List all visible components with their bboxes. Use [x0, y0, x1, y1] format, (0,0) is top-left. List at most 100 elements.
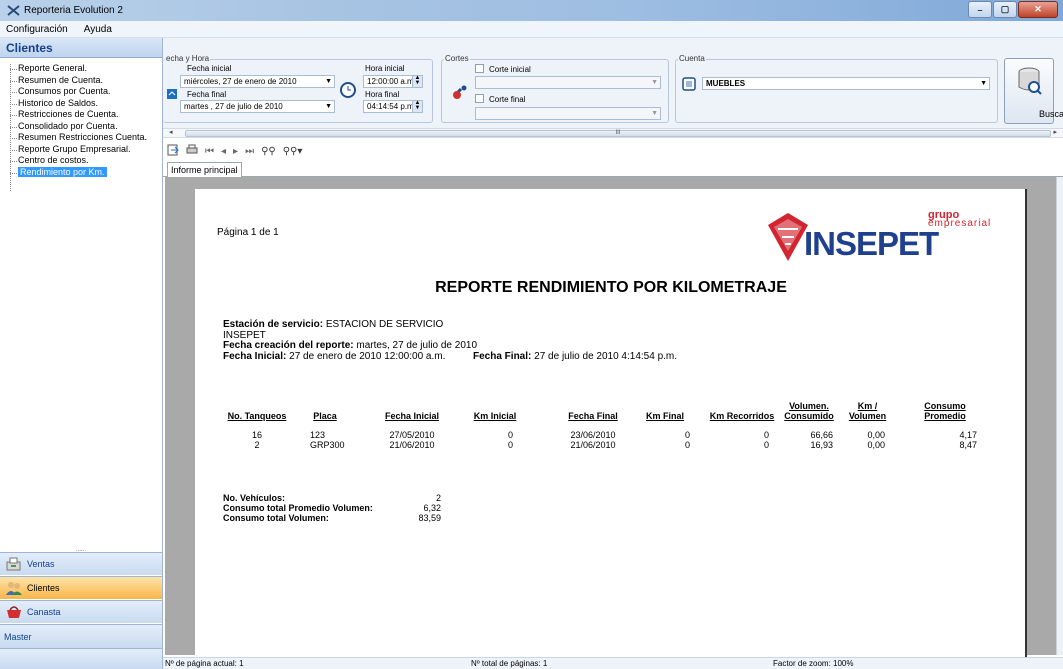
chevron-down-icon: ▼ — [651, 79, 658, 86]
tree-item-label: Reporte General. — [18, 63, 88, 73]
export-icon[interactable] — [167, 144, 179, 159]
find-next-icon[interactable]: ⚲⚲▾ — [283, 146, 303, 157]
menu-bar: Configuración Ayuda — [0, 21, 1063, 38]
status-page-current: Nº de página actual: 1 — [165, 659, 244, 668]
table-cell: 23/06/2010 — [570, 430, 616, 440]
cortes-icon — [451, 84, 469, 102]
first-page-icon[interactable]: ⏮ — [205, 146, 214, 157]
corte-final-select[interactable]: ▼ — [475, 107, 661, 120]
fecha-inicial-picker[interactable]: miércoles, 27 de enero de 2010 ▼ — [180, 75, 335, 88]
table-cell: 4,17 — [959, 430, 977, 440]
corte-inicial-select[interactable]: ▼ — [475, 76, 661, 89]
fecha-inicial-value: miércoles, 27 de enero de 2010 — [184, 77, 297, 86]
spin-icon[interactable]: ▲ ▼ — [412, 100, 422, 112]
prev-page-icon[interactable]: ◂ — [221, 146, 226, 157]
table-cell: 2 — [254, 440, 260, 450]
column-header-line: Promedio — [924, 411, 966, 421]
nav-clientes-button[interactable]: Clientes — [0, 576, 162, 599]
summary-label: Consumo total Volumen: — [223, 513, 329, 523]
table-cell: 0 — [507, 430, 513, 440]
table-cell: 0,00 — [867, 440, 885, 450]
table-cell: 21/06/2010 — [570, 440, 616, 450]
column-header-line: Km Final — [645, 411, 684, 421]
tab-informe-principal[interactable]: Informe principal — [167, 162, 242, 177]
tree-item[interactable]: Rendimiento por Km. — [8, 166, 160, 179]
tree-item-label: Resumen de Cuenta. — [18, 74, 104, 85]
scroll-right-icon[interactable]: ▸ — [1053, 128, 1057, 136]
corte-inicial-checkbox[interactable] — [475, 64, 484, 73]
table-cell: 16,93 — [810, 440, 833, 450]
column-header: No. Tanqueos — [213, 411, 301, 421]
column-header: Consumo Promedio — [915, 401, 975, 421]
tree-item[interactable]: Reporte General. — [8, 63, 160, 75]
clientes-icon — [4, 579, 24, 597]
print-icon[interactable] — [186, 144, 198, 159]
last-page-icon[interactable]: ⏭ — [245, 146, 254, 157]
minimize-button[interactable]: – — [968, 1, 992, 18]
report-viewer: Página 1 de 1 grupo empresarial INSEPET … — [165, 177, 1056, 659]
vertical-scrollbar[interactable] — [1056, 177, 1063, 655]
fecha-creacion-value: martes, 27 de julio de 2010 — [353, 340, 478, 351]
table-cell: 27/05/2010 — [389, 430, 435, 440]
corte-final-label: Corte final — [489, 95, 526, 104]
buscar-button[interactable]: Buscar — [1004, 58, 1063, 124]
corte-final-checkbox[interactable] — [475, 94, 484, 103]
column-header-line: Consumo — [924, 401, 966, 411]
hora-final-spinner[interactable]: 04:14:54 p.m. ▲ ▼ — [363, 100, 423, 113]
tree-item[interactable]: Resumen de Cuenta. — [8, 75, 160, 87]
nav-master-button[interactable]: Master — [0, 624, 162, 648]
scroll-thumb[interactable]: III — [185, 130, 1051, 137]
table-cell: 0 — [684, 440, 690, 450]
fecha-creacion-label: Fecha creación del reporte: — [223, 340, 354, 351]
find-icon[interactable]: ⚲⚲ — [261, 146, 276, 157]
cortes-title: Cortes — [444, 54, 470, 63]
table-cell: 0 — [507, 440, 513, 450]
tree-item[interactable]: Consumos por Cuenta. — [8, 86, 160, 98]
tree-item[interactable]: Centro de costos. — [8, 155, 160, 167]
cuenta-select[interactable]: MUEBLES ▼ — [702, 77, 990, 90]
fecha-inicial-label: Fecha inicial — [187, 64, 232, 73]
horizontal-scrollbar[interactable]: ◂ III ▸ — [163, 128, 1063, 138]
tree-item-label: Reporte Grupo Empresarial. — [18, 143, 131, 154]
menu-ayuda[interactable]: Ayuda — [82, 24, 114, 35]
tree-item[interactable]: Consolidado por Cuenta. — [8, 121, 160, 133]
cuenta-value: MUEBLES — [706, 79, 746, 88]
database-search-icon — [1017, 67, 1043, 99]
tree-item[interactable]: Restricciones de Cuenta. — [8, 109, 160, 121]
summary-value: 83,59 — [418, 513, 441, 523]
table-cell: 8,47 — [959, 440, 977, 450]
window-title: Reporteria Evolution 2 — [24, 5, 123, 16]
fecha-inicial-report-value: 27 de enero de 2010 12:00:00 a.m. — [286, 350, 446, 362]
column-header: Volumen. Consumido — [779, 401, 839, 421]
hora-inicial-spinner[interactable]: 12:00:00 a.m. ▲ ▼ — [363, 75, 423, 88]
estacion-value: ESTACION DE SERVICIO — [323, 319, 444, 330]
tree-item[interactable]: Resumen Restricciones Cuenta. — [8, 132, 160, 144]
fecha-final-label: Fecha final — [187, 90, 227, 99]
close-button[interactable]: ✕ — [1018, 1, 1058, 18]
column-header-line: Placa — [313, 411, 337, 421]
column-header-line: Consumido — [784, 411, 834, 421]
tree-item-label: Resumen Restricciones Cuenta. — [18, 132, 148, 142]
nav-canasta-button[interactable]: Canasta — [0, 600, 162, 623]
maximize-button[interactable]: ▢ — [993, 1, 1017, 18]
tree-item[interactable]: Historico de Saldos. — [8, 98, 160, 110]
estacion-label: Estación de servicio: — [223, 319, 324, 330]
spin-icon[interactable]: ▲ ▼ — [412, 75, 422, 87]
scroll-left-icon[interactable]: ◂ — [169, 128, 173, 136]
fecha-final-picker[interactable]: martes , 27 de julio de 2010 ▼ — [180, 100, 335, 113]
report-info: Estación de servicio: ESTACION DE SERVIC… — [223, 319, 677, 362]
nav-ventas-button[interactable]: Ventas — [0, 552, 162, 575]
hora-inicial-value: 12:00:00 a.m. — [367, 77, 416, 86]
next-page-icon[interactable]: ▸ — [233, 146, 238, 157]
fecha-final-report-label: Fecha Final: — [473, 350, 532, 362]
menu-configuracion[interactable]: Configuración — [4, 24, 70, 35]
table-cell: 16 — [251, 430, 262, 440]
cuenta-title: Cuenta — [678, 54, 706, 63]
chevron-down-icon: ▼ — [651, 110, 658, 117]
ventas-icon — [4, 555, 24, 573]
tree-item-label: Consumos por Cuenta. — [18, 86, 111, 96]
app-window: Reporteria Evolution 2 – ▢ ✕ Configuraci… — [0, 0, 1063, 669]
app-icon — [6, 5, 20, 17]
tree-item-label: Historico de Saldos. — [18, 97, 99, 108]
tree-item[interactable]: Reporte Grupo Empresarial. — [8, 144, 160, 156]
